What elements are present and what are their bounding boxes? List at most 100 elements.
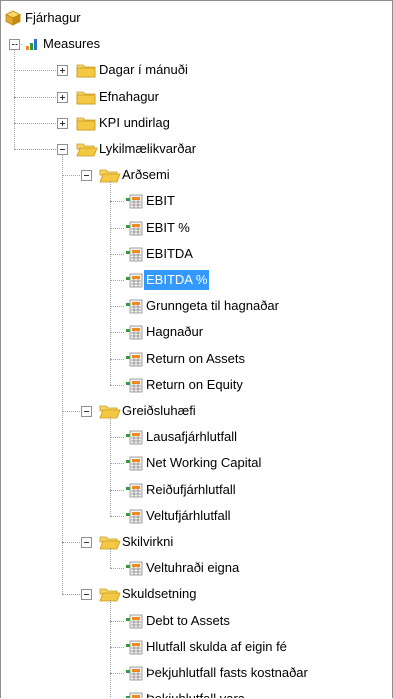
expand-toggle-icon[interactable] (57, 91, 68, 103)
tree-node-label: KPI undirlag (99, 114, 170, 130)
tree-node-label: Greiðsluhæfi (122, 403, 196, 418)
tree-connector-line (14, 44, 22, 46)
folder-open-icon (76, 141, 98, 160)
tree-connector-line (110, 646, 124, 648)
expand-toggle-icon[interactable] (57, 65, 68, 77)
tree-node-label: Return on Assets (146, 350, 245, 366)
tree-view[interactable]: Fjárhagur Measures Dagar í mánuði Efnahagur… (0, 0, 393, 698)
tree-node-label: Skilvirkni (122, 534, 174, 549)
tree-connector-line (110, 600, 111, 698)
tree-node-folder[interactable]: Lykilmælikvarðar (1, 139, 392, 159)
tree-node-measure[interactable]: Return on Equity (1, 375, 392, 395)
tree-node-label: Dagar í mánuði (99, 62, 188, 78)
measure-icon (125, 665, 143, 684)
tree-node-label: Hagnaður (146, 324, 204, 340)
measure-icon (125, 613, 143, 632)
tree-node-measure[interactable]: Net Working Capital (1, 453, 392, 473)
tree-connector-line (110, 437, 124, 439)
tree-node-measure[interactable]: EBIT (1, 191, 392, 211)
tree-node-label: Skuldsetning (122, 586, 197, 602)
tree-node-group[interactable]: Skuldsetning (1, 584, 392, 604)
tree-connector-line (110, 568, 124, 570)
tree-connector-line (62, 155, 63, 595)
tree-node-label: Measures (43, 36, 101, 52)
tree-node-measure[interactable]: Reiðufjárhlutfall (1, 480, 392, 500)
tree-node-folder[interactable]: Dagar í mánuði (1, 60, 392, 80)
tree-connector-line (110, 548, 111, 569)
tree-node-measure[interactable]: Þekjuhlutfall vara (1, 689, 392, 698)
measure-icon (125, 272, 143, 291)
tree-connector-line (110, 253, 124, 255)
tree-connector-line (110, 620, 124, 622)
tree-connector-line (110, 358, 124, 360)
tree-node-group[interactable]: Greiðsluhæfi (1, 401, 392, 421)
tree-node-label: EBITDA (146, 245, 193, 261)
tree-node-label: Lausafjárhlutfall (146, 429, 238, 445)
collapse-toggle-icon[interactable] (81, 589, 92, 601)
measure-icon (125, 193, 143, 212)
tree-node-label: Þekjuhlutfall fasts kostnaðar (146, 665, 308, 680)
tree-connector-line (62, 175, 80, 177)
tree-node-folder[interactable]: Efnahagur (1, 87, 392, 107)
measure-icon (125, 429, 143, 448)
tree-node-label: Net Working Capital (146, 455, 262, 471)
measure-icon (125, 220, 143, 239)
measure-icon (125, 298, 143, 317)
collapse-toggle-icon[interactable] (57, 144, 68, 155)
measure-icon (125, 691, 143, 698)
tree-node-group[interactable]: Arðsemi (1, 165, 392, 185)
tree-connector-line (62, 542, 80, 543)
tree-node-measure[interactable]: Debt to Assets (1, 611, 392, 631)
tree-connector-line (110, 227, 124, 229)
tree-node-label: Return on Equity (146, 376, 243, 392)
tree-node-measure[interactable]: Þekjuhlutfall fasts kostnaðar (1, 663, 392, 683)
tree-node-measure[interactable]: EBITDA (1, 244, 392, 264)
tree-node-label: Debt to Assets (146, 612, 230, 628)
tree-node-measure[interactable]: EBITDA % (1, 270, 392, 290)
tree-connector-line (110, 463, 124, 465)
tree-node-folder[interactable]: KPI undirlag (1, 113, 392, 133)
tree-node-measure[interactable]: Hlutfall skulda af eigin fé (1, 637, 392, 657)
tree-node-label: EBITDA % (144, 270, 210, 290)
tree-node-label: EBIT (146, 193, 175, 209)
tree-node-label: EBIT % (146, 219, 190, 235)
tree-node-measure[interactable]: EBIT % (1, 218, 392, 238)
tree-connector-line (62, 411, 80, 412)
expand-toggle-icon[interactable] (57, 117, 68, 129)
tree-node-label: Grunngeta til hagnaðar (146, 298, 279, 314)
tree-connector-line (110, 332, 124, 334)
tree-connector-line (110, 181, 111, 385)
tree-node-group[interactable]: Skilvirkni (1, 532, 392, 552)
tree-node-root[interactable]: Fjárhagur (1, 8, 392, 28)
tree-connector-line (62, 594, 80, 596)
collapse-toggle-icon[interactable] (81, 406, 92, 417)
tree-node-measure[interactable]: Hagnaður (1, 322, 392, 342)
folder-icon (76, 89, 96, 108)
tree-node-measures[interactable]: Measures (1, 34, 392, 54)
collapse-toggle-icon[interactable] (81, 537, 92, 548)
tree-node-measure[interactable]: Lausafjárhlutfall (1, 427, 392, 447)
measure-icon (125, 377, 143, 396)
folder-icon (76, 62, 96, 81)
tree-node-measure[interactable]: Return on Assets (1, 349, 392, 369)
measure-icon (125, 508, 143, 527)
bar-chart-icon (24, 36, 40, 55)
tree-connector-line (14, 50, 15, 149)
measure-icon (125, 639, 143, 658)
tree-connector-line (14, 96, 56, 98)
tree-node-label: Veltufjárhlutfall (146, 507, 231, 523)
collapse-toggle-icon[interactable] (81, 170, 92, 182)
tree-node-measure[interactable]: Veltufjárhlutfall (1, 506, 392, 526)
folder-icon (76, 115, 96, 134)
tree-node-measure[interactable]: Grunngeta til hagnaðar (1, 296, 392, 316)
tree-node-measure[interactable]: Veltuhraði eigna (1, 558, 392, 578)
tree-connector-line (14, 122, 56, 124)
measure-icon (125, 324, 143, 343)
measure-icon (125, 455, 143, 474)
tree-connector-line (110, 489, 124, 491)
measure-icon (125, 246, 143, 265)
tree-connector-line (14, 70, 56, 72)
tree-connector-line (110, 673, 124, 674)
tree-connector-line (110, 384, 124, 386)
tree-node-label: Lykilmælikvarðar (99, 141, 197, 156)
